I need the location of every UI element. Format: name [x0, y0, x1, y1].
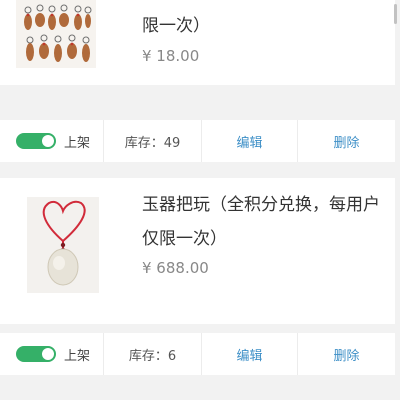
stock-count: 库存：49 [103, 120, 201, 162]
product-card: 限一次） ¥ 18.00 [0, 0, 395, 85]
listed-toggle-cell[interactable]: 上架 [0, 333, 103, 375]
listed-label: 上架 [64, 135, 91, 151]
edit-button[interactable]: 编辑 [201, 333, 297, 375]
product-price: ¥ 688.00 [142, 259, 209, 277]
product-image[interactable] [27, 197, 99, 293]
product-title-line-1: 玉器把玩（全积分兑换，每用户 [142, 195, 380, 215]
scrollbar[interactable] [394, 4, 397, 24]
listed-label: 上架 [64, 348, 91, 364]
product-action-bar: 上架 库存：49 编辑 删除 [0, 120, 395, 162]
listed-switch[interactable] [16, 133, 56, 149]
stock-count: 库存：6 [103, 333, 201, 375]
keychains-image [24, 4, 92, 62]
product-card: 玉器把玩（全积分兑换，每用户 仅限一次） ¥ 688.00 [0, 178, 395, 324]
product-title: 限一次） [142, 16, 210, 36]
delete-button[interactable]: 删除 [297, 120, 395, 162]
product-price: ¥ 18.00 [142, 47, 200, 65]
delete-button[interactable]: 删除 [297, 333, 395, 375]
listed-toggle-cell[interactable]: 上架 [0, 120, 103, 162]
product-image[interactable] [16, 0, 96, 68]
product-action-bar: 上架 库存：6 编辑 删除 [0, 333, 395, 375]
listed-switch[interactable] [16, 346, 56, 362]
switch-knob [42, 348, 54, 360]
switch-knob [42, 135, 54, 147]
edit-button[interactable]: 编辑 [201, 120, 297, 162]
jade-pendant-image [42, 200, 86, 286]
product-title-line-2: 仅限一次） [142, 229, 227, 249]
